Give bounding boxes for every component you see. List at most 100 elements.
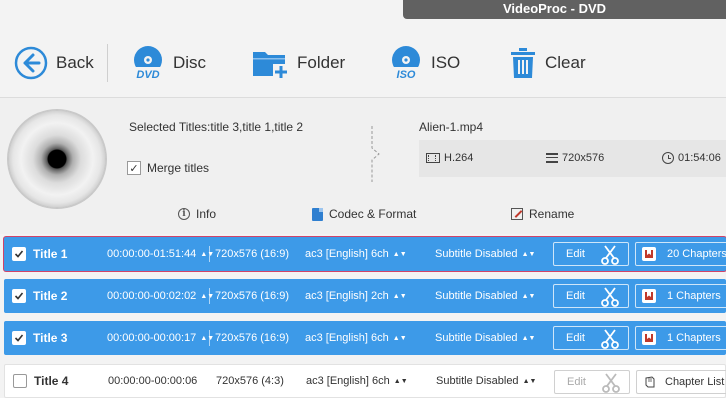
- edit-button[interactable]: Edit: [553, 242, 629, 266]
- audio-track-select[interactable]: ac3 [English] 6ch ▲▼: [305, 332, 407, 344]
- subtitle-select[interactable]: Subtitle Disabled ▲▼: [436, 375, 536, 387]
- svg-text:ISO: ISO: [397, 69, 416, 81]
- title-checkbox[interactable]: [13, 374, 27, 388]
- dropdown-arrows-icon: ▲▼: [392, 334, 407, 342]
- spinner-arrows-icon: ▲▼: [200, 250, 215, 258]
- clear-button[interactable]: Clear: [509, 44, 586, 82]
- title-checkbox[interactable]: [12, 289, 26, 303]
- scissors-icon: [602, 373, 620, 393]
- chapters-label: Chapter List: [665, 376, 725, 388]
- title-row[interactable]: Title 4 00:00:00-00:00:06 720x576 (4:3) …: [4, 364, 726, 398]
- subtitle-select[interactable]: Subtitle Disabled ▲▼: [435, 332, 535, 344]
- toolbar-divider: [107, 44, 108, 82]
- time-value: 00:00:00-00:00:17: [107, 332, 197, 344]
- time-value: 00:00:00-00:02:02: [107, 290, 197, 302]
- title-checkbox[interactable]: [12, 331, 26, 345]
- chapters-label: 1 Chapters: [667, 290, 721, 302]
- duration-spec: 01:54:06: [662, 152, 721, 164]
- audio-value: ac3 [English] 6ch: [306, 375, 390, 387]
- selected-titles-text: Selected Titles:title 3,title 1,title 2: [129, 120, 304, 134]
- film-icon: [426, 153, 440, 163]
- document-icon: [312, 207, 323, 221]
- subtitle-select[interactable]: Subtitle Disabled ▲▼: [435, 248, 535, 260]
- spinner-arrows-icon: ▲▼: [200, 292, 215, 300]
- tab-rename-label: Rename: [529, 207, 575, 221]
- back-button[interactable]: Back: [14, 44, 94, 82]
- audio-track-select[interactable]: ac3 [English] 6ch ▲▼: [306, 375, 408, 387]
- chapters-button[interactable]: 1 Chapters: [635, 326, 726, 350]
- dropdown-arrows-icon: ▲▼: [521, 250, 536, 258]
- folder-button[interactable]: Folder: [251, 44, 345, 82]
- folder-add-icon: [253, 52, 289, 80]
- info-panel: Selected Titles:title 3,title 1,title 2 …: [0, 98, 726, 234]
- merge-titles-checkbox[interactable]: ✓ Merge titles: [127, 161, 209, 175]
- tab-codec-label: Codec & Format: [329, 207, 417, 221]
- tab-rename[interactable]: Rename: [511, 207, 574, 221]
- disc-button[interactable]: DVD Disc: [131, 44, 206, 82]
- edit-icon: [511, 208, 523, 220]
- resolution-spec: 720x576: [546, 152, 604, 164]
- back-label: Back: [56, 53, 94, 72]
- subtitle-value: Subtitle Disabled: [435, 248, 518, 260]
- title-row[interactable]: Title 2 00:00:00-00:02:02 ▲▼ 720x576 (16:…: [4, 279, 726, 313]
- edit-button[interactable]: Edit: [553, 326, 629, 350]
- title-resolution: 720x576 (16:9): [215, 248, 289, 260]
- edit-label: Edit: [566, 290, 585, 302]
- tab-info[interactable]: i Info: [178, 207, 216, 221]
- book-icon: [642, 331, 656, 345]
- title-checkbox[interactable]: [12, 247, 26, 261]
- title-time-range: 00:00:00-00:00:06: [108, 375, 198, 387]
- tab-codec-format[interactable]: Codec & Format: [312, 207, 416, 221]
- chapters-button[interactable]: 1 Chapters: [635, 284, 726, 308]
- title-resolution: 720x576 (16:9): [215, 290, 289, 302]
- dvd-disc-icon: DVD: [133, 46, 163, 81]
- toolbar: Back DVD Disc Folder ISO ISO Clear: [0, 20, 726, 98]
- title-name: Title 2: [33, 289, 68, 303]
- tab-info-label: Info: [196, 207, 217, 221]
- clock-icon: [662, 152, 674, 164]
- checkmark-icon: [14, 250, 24, 258]
- audio-track-select[interactable]: ac3 [English] 2ch ▲▼: [305, 290, 407, 302]
- book-icon: [643, 375, 657, 389]
- checkmark-icon: ✓: [127, 161, 141, 175]
- title-time-range[interactable]: 00:00:00-01:51:44 ▲▼: [107, 248, 214, 260]
- title-list: Title 1 00:00:00-01:51:44 ▲▼ 720x576 (16:…: [0, 234, 726, 398]
- duration-value: 01:54:06: [678, 152, 721, 164]
- title-time-range[interactable]: 00:00:00-00:02:02 ▲▼: [107, 290, 214, 302]
- title-name: Title 1: [33, 247, 68, 261]
- dropdown-arrows-icon: ▲▼: [393, 377, 408, 385]
- dropdown-arrows-icon: ▲▼: [392, 292, 407, 300]
- chapters-label: 1 Chapters: [667, 332, 721, 344]
- audio-track-select[interactable]: ac3 [English] 6ch ▲▼: [305, 248, 407, 260]
- clear-label: Clear: [545, 53, 586, 72]
- iso-label: ISO: [431, 53, 461, 72]
- output-specs: H.264 720x576 01:54:06: [419, 140, 726, 177]
- title-row[interactable]: Title 3 00:00:00-00:00:17 ▲▼ 720x576 (16:…: [4, 321, 726, 355]
- scissors-icon: [601, 245, 619, 265]
- book-icon: [642, 289, 656, 303]
- edit-label: Edit: [566, 248, 585, 260]
- trash-icon: [511, 48, 535, 78]
- edit-button[interactable]: Edit: [553, 284, 629, 308]
- checkmark-icon: [14, 334, 24, 342]
- book-icon: [642, 247, 656, 261]
- title-resolution: 720x576 (4:3): [216, 375, 284, 387]
- title-row[interactable]: Title 1 00:00:00-01:51:44 ▲▼ 720x576 (16:…: [4, 237, 726, 271]
- chapters-button[interactable]: 20 Chapters: [635, 242, 726, 266]
- back-arrow-icon: [14, 46, 48, 80]
- scissors-icon: [601, 287, 619, 307]
- dropdown-arrows-icon: ▲▼: [392, 250, 407, 258]
- title-bar: VideoProc - DVD: [0, 0, 726, 20]
- iso-button[interactable]: ISO ISO: [389, 44, 460, 82]
- edit-label: Edit: [566, 332, 585, 344]
- subtitle-select[interactable]: Subtitle Disabled ▲▼: [435, 290, 535, 302]
- chapters-button[interactable]: Chapter List: [636, 370, 726, 394]
- dropdown-arrows-icon: ▲▼: [521, 292, 536, 300]
- audio-value: ac3 [English] 6ch: [305, 248, 389, 260]
- subtitle-value: Subtitle Disabled: [436, 375, 519, 387]
- title-time-range[interactable]: 00:00:00-00:00:17 ▲▼: [107, 332, 214, 344]
- merge-titles-label: Merge titles: [147, 161, 210, 175]
- column-divider: [209, 246, 210, 262]
- edit-button: Edit: [554, 370, 630, 394]
- svg-text:DVD: DVD: [136, 69, 159, 81]
